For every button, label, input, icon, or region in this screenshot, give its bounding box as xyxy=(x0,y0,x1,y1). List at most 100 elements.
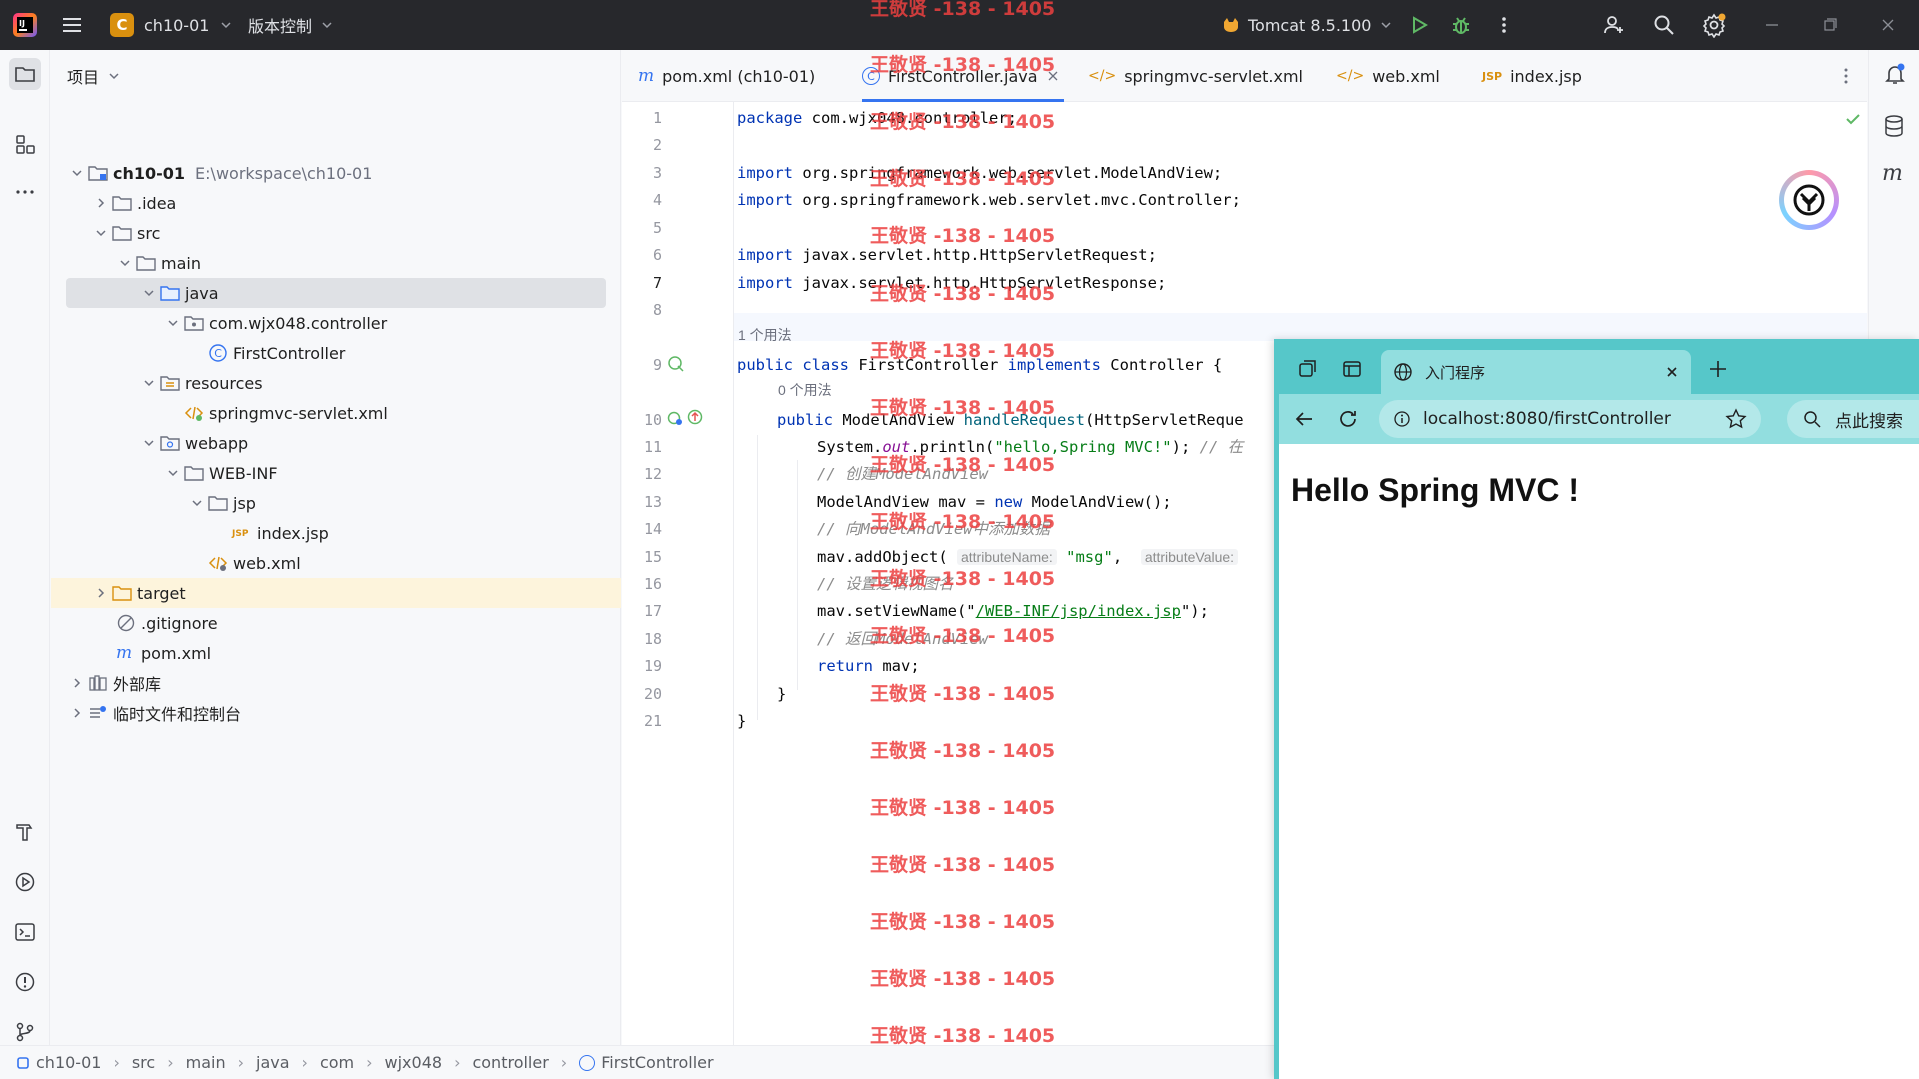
close-tab-icon[interactable] xyxy=(1046,69,1060,83)
chevron-down-icon[interactable] xyxy=(115,253,135,273)
tree-row-gitignore[interactable]: .gitignore xyxy=(51,608,621,638)
chevron-down-icon[interactable] xyxy=(187,493,207,513)
close-tab-icon[interactable] xyxy=(1665,365,1679,379)
tree-row-java[interactable]: java xyxy=(66,278,606,308)
tree-row-springmvc-xml[interactable]: springmvc-servlet.xml xyxy=(51,398,621,428)
chevron-down-icon[interactable] xyxy=(163,313,183,333)
tree-row-external-libs[interactable]: 外部库 xyxy=(51,668,621,698)
code-line-14[interactable]: // 向ModelAndView中添加数据 xyxy=(817,516,1050,542)
tree-row-scratches[interactable]: 临时文件和控制台 xyxy=(51,698,621,728)
maven-tool-icon[interactable]: m xyxy=(1881,162,1907,186)
chevron-down-icon[interactable] xyxy=(139,433,159,453)
code-line-6[interactable]: import javax.servlet.http.HttpServletReq… xyxy=(737,242,1157,268)
new-tab-plus-icon[interactable] xyxy=(1707,358,1729,380)
breadcrumb-item[interactable]: FirstController xyxy=(601,1053,713,1072)
code-line-11[interactable]: System.out.println("hello,Spring MVC!");… xyxy=(817,434,1243,460)
restore-icon[interactable] xyxy=(1820,0,1840,50)
breadcrumb-item[interactable]: wjx048 xyxy=(385,1053,443,1072)
breadcrumb-item[interactable]: com xyxy=(320,1053,354,1072)
tree-row-web-inf[interactable]: WEB-INF xyxy=(51,458,621,488)
structure-icon[interactable] xyxy=(9,128,41,160)
ai-assistant-icon[interactable] xyxy=(1779,170,1839,230)
code-line-4[interactable]: import org.springframework.web.servlet.m… xyxy=(737,187,1241,213)
project-view-selector[interactable]: 项目 xyxy=(67,64,121,88)
favorite-star-icon[interactable] xyxy=(1725,408,1747,430)
problems-icon[interactable] xyxy=(9,966,41,998)
address-bar[interactable]: localhost:8080/firstController xyxy=(1379,400,1761,438)
tab-springmvc-xml[interactable]: </> springmvc-servlet.xml xyxy=(1088,50,1303,102)
tree-row-package[interactable]: com.wjx048.controller xyxy=(51,308,621,338)
chevron-right-icon[interactable] xyxy=(91,583,111,603)
project-tool-folder-icon[interactable] xyxy=(9,58,41,90)
workspaces-icon[interactable] xyxy=(1297,358,1319,380)
tree-row-jsp[interactable]: jsp xyxy=(51,488,621,518)
no-problems-check-icon[interactable] xyxy=(1844,110,1862,128)
tree-row-index-jsp[interactable]: JSP index.jsp xyxy=(51,518,621,548)
view-path-link[interactable]: /WEB-INF/jsp/index.jsp xyxy=(976,602,1181,620)
breadcrumb-item[interactable]: controller xyxy=(472,1053,548,1072)
services-run-icon[interactable] xyxy=(9,866,41,898)
search-icon[interactable] xyxy=(1652,0,1676,50)
tab-index-jsp[interactable]: JSP index.jsp xyxy=(1482,50,1582,102)
notifications-bell-icon[interactable] xyxy=(1883,62,1907,86)
run-icon[interactable] xyxy=(1408,0,1430,50)
code-line-3[interactable]: import org.springframework.web.servlet.M… xyxy=(737,160,1222,186)
implementing-icon[interactable] xyxy=(666,354,686,374)
chevron-down-icon[interactable] xyxy=(139,373,159,393)
tree-row-webapp[interactable]: webapp xyxy=(51,428,621,458)
chevron-right-icon[interactable] xyxy=(67,703,87,723)
add-user-icon[interactable] xyxy=(1602,0,1626,50)
code-line-18[interactable]: // 返回ModelAndView xyxy=(817,626,988,652)
chevron-down-icon[interactable] xyxy=(67,163,87,183)
refresh-icon[interactable] xyxy=(1337,408,1359,430)
chevron-right-icon[interactable] xyxy=(91,193,111,213)
build-hammer-icon[interactable] xyxy=(9,816,41,848)
tab-pom-xml[interactable]: m pom.xml (ch10-01) xyxy=(638,50,815,102)
tree-row-target[interactable]: target xyxy=(51,578,621,608)
tree-row-resources[interactable]: resources xyxy=(51,368,621,398)
tree-row-src[interactable]: src xyxy=(51,218,621,248)
debug-icon[interactable] xyxy=(1450,0,1472,50)
code-line-12[interactable]: // 创建ModelAndView xyxy=(817,461,988,487)
code-line-7[interactable]: import javax.servlet.http.HttpServletRes… xyxy=(737,270,1166,296)
usage-hint[interactable]: 1 个用法 xyxy=(738,325,792,345)
code-line-21[interactable]: } xyxy=(737,708,746,734)
bean-icon[interactable] xyxy=(666,409,684,427)
chevron-right-icon[interactable] xyxy=(67,673,87,693)
run-config-selector[interactable]: Tomcat 8.5.100 xyxy=(1222,0,1393,50)
search-box[interactable]: 点此搜索 xyxy=(1787,400,1919,438)
terminal-icon[interactable] xyxy=(9,916,41,948)
ide-logo-icon[interactable]: IJ xyxy=(12,0,38,50)
chevron-down-icon[interactable] xyxy=(139,283,159,303)
minimize-icon[interactable] xyxy=(1762,0,1782,50)
breadcrumb-item[interactable]: ch10-01 xyxy=(36,1053,101,1072)
code-line-16[interactable]: // 设置逻辑视图名 xyxy=(817,571,954,597)
breadcrumb-item[interactable]: src xyxy=(132,1053,155,1072)
tab-actions-icon[interactable] xyxy=(1341,358,1363,380)
tree-row-pom-xml[interactable]: m pom.xml xyxy=(51,638,621,668)
more-actions-icon[interactable] xyxy=(1494,0,1514,50)
info-icon[interactable] xyxy=(1393,410,1411,428)
tree-row-project-root[interactable]: ch10-01 E:\workspace\ch10-01 xyxy=(51,158,621,188)
more-tools-icon[interactable] xyxy=(9,176,41,208)
vcs-menu[interactable]: 版本控制 xyxy=(248,0,334,50)
tree-row-idea[interactable]: .idea xyxy=(51,188,621,218)
back-arrow-icon[interactable] xyxy=(1293,408,1315,430)
tree-row-firstcontroller[interactable]: C FirstController xyxy=(51,338,621,368)
settings-gear-icon[interactable] xyxy=(1702,0,1728,50)
overrides-icon[interactable] xyxy=(686,408,704,426)
tab-web-xml[interactable]: </> web.xml xyxy=(1336,50,1440,102)
close-window-icon[interactable] xyxy=(1878,0,1898,50)
code-line-17[interactable]: mav.setViewName("/WEB-INF/jsp/index.jsp"… xyxy=(817,598,1209,624)
code-line-20[interactable]: } xyxy=(777,681,786,707)
database-icon[interactable] xyxy=(1883,114,1905,138)
breadcrumb-item[interactable]: java xyxy=(256,1053,290,1072)
tree-row-main[interactable]: main xyxy=(51,248,621,278)
chevron-down-icon[interactable] xyxy=(91,223,111,243)
tree-row-web-xml[interactable]: web.xml xyxy=(51,548,621,578)
chevron-down-icon[interactable] xyxy=(163,463,183,483)
code-line-9[interactable]: public class FirstController implements … xyxy=(737,352,1222,378)
breadcrumb-item[interactable]: main xyxy=(186,1053,226,1072)
browser-tab[interactable]: 入门程序 xyxy=(1381,350,1691,394)
usage-hint[interactable]: 0 个用法 xyxy=(778,380,832,400)
